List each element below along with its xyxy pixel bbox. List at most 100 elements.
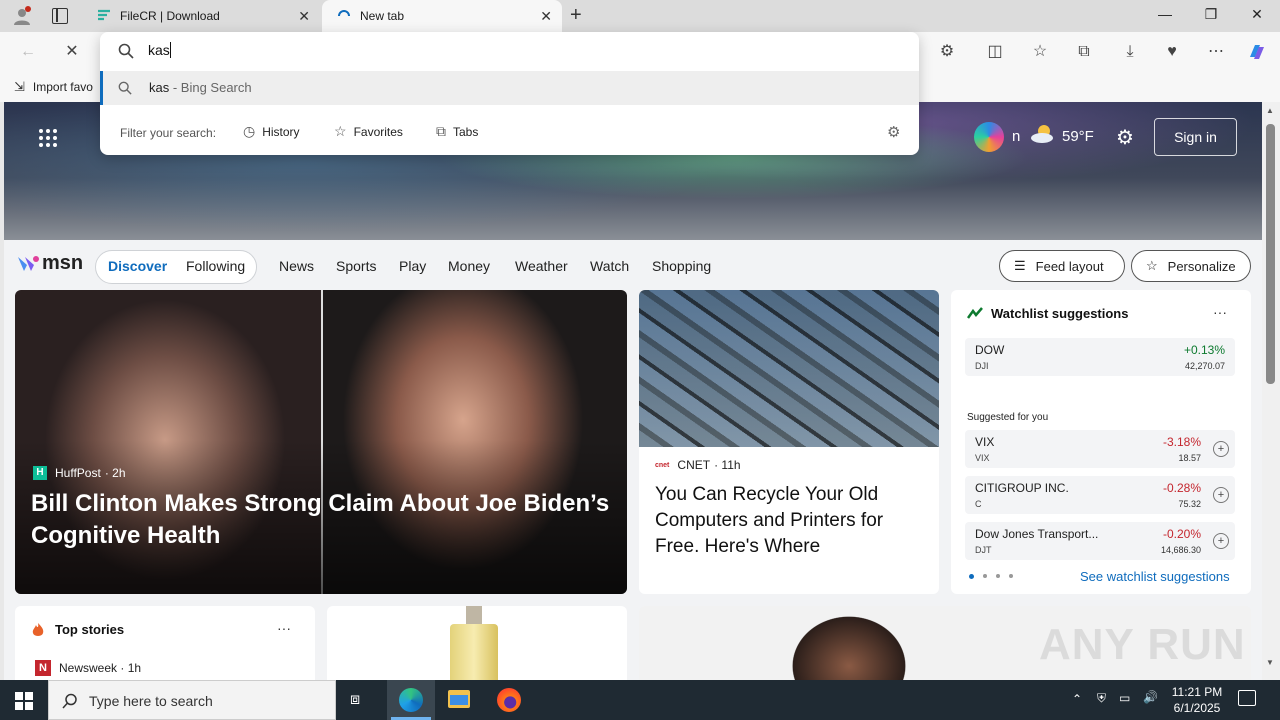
- stop-loading-icon[interactable]: ✕: [62, 42, 82, 62]
- settings-gear-icon[interactable]: ⚙: [1116, 125, 1134, 150]
- product-card[interactable]: [327, 606, 627, 680]
- search-icon: [118, 81, 132, 100]
- apps-grid-icon[interactable]: [38, 128, 58, 153]
- personalize-button[interactable]: ☆ Personalize: [1131, 250, 1251, 282]
- more-options-icon[interactable]: ⋯: [1206, 42, 1226, 62]
- watchlist-more-icon[interactable]: ···: [1213, 304, 1227, 320]
- stock-row[interactable]: DOW DJI +0.13% 42,270.07: [965, 338, 1235, 376]
- volume-icon[interactable]: 🔊: [1143, 690, 1158, 704]
- tab-strip: FileCR | Download ✕ New tab ✕ + — ❐ ✕: [0, 0, 1280, 32]
- stock-row[interactable]: CITIGROUP INC. C -0.28% 75.32 +: [965, 476, 1235, 514]
- network-icon[interactable]: ▭: [1119, 691, 1130, 705]
- security-icon[interactable]: ⛨: [1097, 691, 1106, 706]
- clock[interactable]: 11:21 PM 6/1/2025: [1168, 684, 1226, 716]
- performance-icon[interactable]: ♥: [1162, 42, 1182, 62]
- add-to-watchlist-icon[interactable]: +: [1213, 533, 1229, 549]
- extensions-icon[interactable]: ⚙: [937, 42, 957, 62]
- split-screen-icon[interactable]: ◫: [985, 42, 1005, 62]
- clock-date: 6/1/2025: [1173, 701, 1221, 715]
- tab-new-tab[interactable]: New tab ✕: [322, 0, 562, 32]
- import-favorites-button[interactable]: ⇲ Import favo: [14, 79, 93, 95]
- windows-taskbar: Type here to search ⧈ ⌃ ⛨ ▭ 🔊 11:21 PM 6…: [0, 680, 1280, 720]
- notifications-icon[interactable]: [1238, 690, 1256, 706]
- close-tab-icon[interactable]: ✕: [298, 8, 310, 24]
- collections-icon[interactable]: ⧉: [1074, 42, 1094, 62]
- nav-watch[interactable]: Watch: [590, 258, 629, 274]
- scroll-up-icon[interactable]: ▲: [1266, 106, 1274, 115]
- msn-nav-row: msn Discover Following News Sports Play …: [4, 242, 1262, 292]
- video-story-card[interactable]: ANY RUN: [639, 606, 1251, 680]
- story-source: H HuffPost · 2h: [33, 466, 126, 480]
- top-stories-more-icon[interactable]: ···: [277, 620, 291, 636]
- side-headline[interactable]: You Can Recycle Your Old Computers and P…: [655, 482, 925, 560]
- copilot-logo-icon[interactable]: [974, 122, 1004, 152]
- tab-filecr[interactable]: FileCR | Download ✕: [84, 0, 320, 32]
- tabs-icon: ⧉: [436, 123, 446, 139]
- filter-tabs[interactable]: ⧉ Tabs: [436, 123, 478, 140]
- filter-label: Filter your search:: [120, 126, 217, 140]
- downloads-icon[interactable]: ⤓: [1120, 42, 1140, 62]
- scroll-down-icon[interactable]: ▼: [1266, 658, 1274, 667]
- suggestion-source: - Bing Search: [172, 80, 252, 95]
- side-story-card[interactable]: cnet CNET · 11h You Can Recycle Your Old…: [639, 290, 939, 594]
- nav-sports[interactable]: Sports: [336, 258, 376, 274]
- carousel-dots[interactable]: [969, 574, 1013, 579]
- address-bar-dropdown: kas kas - Bing Search Filter your search…: [100, 32, 919, 155]
- flame-icon: [31, 622, 45, 636]
- back-icon[interactable]: ←: [18, 42, 38, 62]
- close-tab-icon[interactable]: ✕: [540, 8, 552, 24]
- stock-price: 18.57: [1178, 453, 1201, 463]
- sliders-icon: ☰: [1014, 258, 1026, 273]
- weather-temperature[interactable]: 59°F: [1062, 128, 1094, 145]
- new-tab-button[interactable]: +: [570, 4, 582, 27]
- sparkle-star-icon: ☆: [1146, 258, 1158, 273]
- huffpost-logo-icon: H: [33, 466, 47, 480]
- story-age: · 2h: [104, 466, 126, 480]
- scrollbar-thumb[interactable]: [1266, 124, 1275, 384]
- windows-start-icon[interactable]: [15, 692, 33, 715]
- story-image: [639, 290, 939, 447]
- taskbar-search-box[interactable]: Type here to search: [48, 680, 336, 720]
- filter-history[interactable]: ◷ History: [243, 123, 300, 140]
- address-input[interactable]: kas: [148, 42, 171, 58]
- msn-logo[interactable]: msn: [16, 252, 83, 275]
- restore-button[interactable]: ❐: [1201, 6, 1221, 23]
- suggestion-bing-search[interactable]: kas - Bing Search: [100, 71, 919, 105]
- weather-icon[interactable]: [1030, 124, 1056, 144]
- tab-following[interactable]: Following: [186, 258, 245, 274]
- edge-taskbar-icon[interactable]: [387, 680, 435, 720]
- add-to-watchlist-icon[interactable]: +: [1213, 487, 1229, 503]
- profile-icon[interactable]: [12, 6, 32, 26]
- firefox-icon[interactable]: [497, 688, 521, 712]
- page-scrollbar[interactable]: ▲ ▼: [1262, 102, 1280, 680]
- nav-money[interactable]: Money: [448, 258, 490, 274]
- minimize-button[interactable]: —: [1155, 6, 1175, 22]
- import-favorites-label: Import favo: [32, 80, 93, 94]
- nav-shopping[interactable]: Shopping: [652, 258, 711, 274]
- filter-favorites[interactable]: ☆ Favorites: [334, 123, 403, 140]
- feed-layout-button[interactable]: ☰ Feed layout: [999, 250, 1125, 282]
- sign-in-button[interactable]: Sign in: [1154, 118, 1237, 156]
- filter-tabs-label: Tabs: [453, 124, 479, 139]
- show-hidden-icons-icon[interactable]: ⌃: [1072, 692, 1082, 706]
- stock-price: 75.32: [1178, 499, 1201, 509]
- main-headline[interactable]: Bill Clinton Makes Strong Claim About Jo…: [31, 488, 611, 552]
- file-explorer-icon[interactable]: [448, 690, 470, 708]
- nav-weather[interactable]: Weather: [515, 258, 568, 274]
- msn-brand-text: msn: [42, 252, 84, 274]
- search-settings-gear-icon[interactable]: ⚙: [887, 123, 900, 141]
- see-watchlist-link[interactable]: See watchlist suggestions: [1080, 569, 1230, 584]
- stock-row[interactable]: Dow Jones Transport... DJT -0.20% 14,686…: [965, 522, 1235, 560]
- nav-news[interactable]: News: [279, 258, 314, 274]
- nav-play[interactable]: Play: [399, 258, 426, 274]
- main-story-card[interactable]: H HuffPost · 2h Bill Clinton Makes Stron…: [15, 290, 627, 594]
- close-window-button[interactable]: ✕: [1247, 6, 1267, 23]
- stock-row[interactable]: VIX VIX -3.18% 18.57 +: [965, 430, 1235, 468]
- favorites-icon[interactable]: ☆: [1030, 42, 1050, 62]
- tab-actions-icon[interactable]: [52, 8, 68, 24]
- task-view-icon[interactable]: ⧈: [350, 691, 360, 709]
- copilot-icon[interactable]: [1247, 42, 1267, 62]
- tab-discover[interactable]: Discover: [108, 258, 167, 274]
- sign-in-label: Sign in: [1174, 129, 1217, 145]
- add-to-watchlist-icon[interactable]: +: [1213, 441, 1229, 457]
